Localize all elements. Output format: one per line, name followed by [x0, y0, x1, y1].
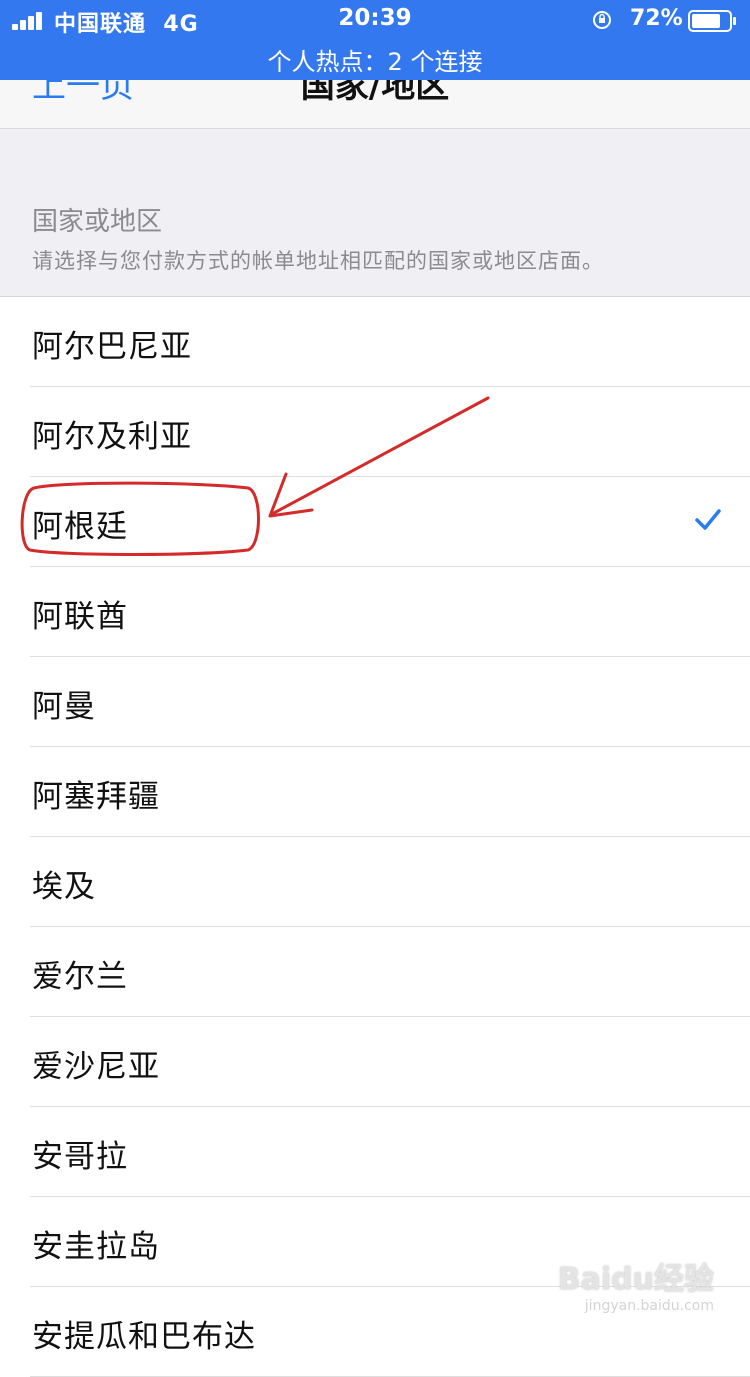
list-item[interactable]: 阿联酋: [0, 567, 750, 657]
country-label: 安哥拉: [32, 1139, 128, 1175]
navigation-bar: 上一页 国家/地区: [0, 80, 750, 129]
page-title: 国家/地区: [300, 80, 450, 106]
country-label: 埃及: [32, 869, 96, 905]
watermark-logo: Baidu经验: [557, 1262, 714, 1297]
country-label: 阿尔及利亚: [32, 419, 192, 455]
list-item[interactable]: 爱尔兰: [0, 927, 750, 1017]
list-item[interactable]: 埃及: [0, 837, 750, 927]
country-list: 阿尔巴尼亚 阿尔及利亚 阿根廷 阿联酋 阿曼 阿塞拜疆 埃及 爱尔兰 爱沙尼亚 安哥拉 安圭拉岛 安提…: [0, 297, 750, 1377]
section-header: 国家或地区 请选择与您付款方式的帐单地址相匹配的国家或地区店面。: [0, 129, 750, 297]
battery-percentage: 72%: [630, 6, 683, 31]
country-label: 阿根廷: [32, 509, 128, 545]
section-title: 国家或地区: [32, 207, 163, 237]
list-item[interactable]: 阿塞拜疆: [0, 747, 750, 837]
list-item[interactable]: 阿曼: [0, 657, 750, 747]
watermark-url: jingyan.baidu.com: [584, 1298, 714, 1314]
list-item[interactable]: 爱沙尼亚: [0, 1017, 750, 1107]
list-item[interactable]: 安哥拉: [0, 1107, 750, 1197]
list-item[interactable]: 阿根廷: [0, 477, 750, 567]
battery-icon: [688, 10, 736, 32]
list-item[interactable]: 阿尔及利亚: [0, 387, 750, 477]
country-label: 阿尔巴尼亚: [32, 329, 192, 365]
country-label: 安圭拉岛: [32, 1229, 160, 1265]
hotspot-banner[interactable]: 个人热点：2 个连接: [0, 42, 750, 77]
watermark: Baidu经验 jingyan.baidu.com: [558, 1254, 714, 1314]
country-label: 爱沙尼亚: [32, 1049, 160, 1085]
country-label: 阿联酋: [32, 599, 128, 635]
rotation-lock-icon: [593, 11, 611, 29]
country-label: 阿塞拜疆: [32, 779, 160, 815]
country-label: 爱尔兰: [32, 959, 128, 995]
status-bar: 中国联通 4G 20:39 72% 个人热点：2 个连接: [0, 0, 750, 80]
list-item[interactable]: 阿尔巴尼亚: [0, 297, 750, 387]
section-description: 请选择与您付款方式的帐单地址相匹配的国家或地区店面。: [32, 249, 604, 273]
country-label: 阿曼: [32, 689, 96, 725]
checkmark-icon: [695, 509, 721, 530]
